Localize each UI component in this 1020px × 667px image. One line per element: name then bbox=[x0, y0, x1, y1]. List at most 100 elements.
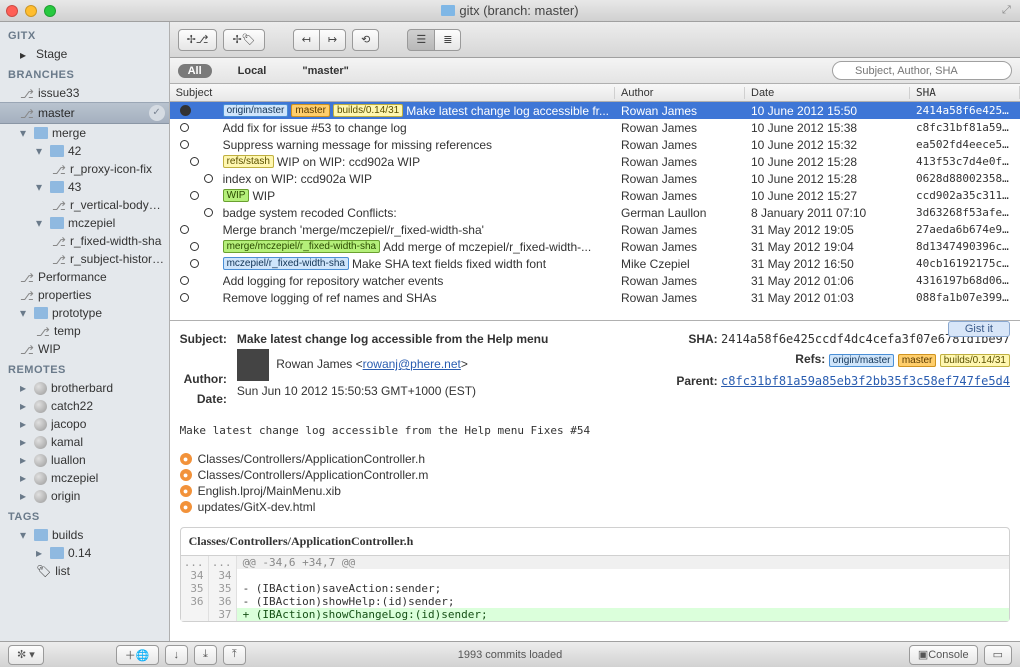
nav-left-button[interactable]: ↤ bbox=[293, 29, 320, 51]
sidebar-branch-item[interactable]: ⎇issue33 bbox=[0, 84, 169, 102]
sidebar-branch-item[interactable]: ⎇WIP bbox=[0, 340, 169, 358]
sidebar-remote-item[interactable]: ▸luallon bbox=[0, 451, 169, 469]
ref-tag[interactable]: builds/0.14/31 bbox=[940, 354, 1010, 367]
commit-row[interactable]: Remove logging of ref names and SHAsRowa… bbox=[170, 289, 1020, 306]
commit-row[interactable]: merge/mczepiel/r_fixed-width-shaAdd merg… bbox=[170, 238, 1020, 255]
sidebar-branch-item[interactable]: ⎇properties bbox=[0, 286, 169, 304]
disclosure-right-icon[interactable]: ▸ bbox=[20, 489, 30, 503]
sidebar-branch-item[interactable]: ⎇master✓ bbox=[0, 102, 169, 124]
search-input[interactable] bbox=[832, 61, 1012, 80]
col-author[interactable]: Author bbox=[615, 87, 745, 99]
sidebar-branch-item[interactable]: ⎇r_proxy-icon-fix bbox=[0, 160, 169, 178]
filter-all[interactable]: All bbox=[178, 64, 212, 78]
nav-right-button[interactable]: ↦ bbox=[319, 29, 346, 51]
disclosure-right-icon[interactable]: ▸ bbox=[20, 471, 30, 485]
detail-author-email[interactable]: rowanj@phere.net bbox=[363, 357, 461, 371]
changed-file[interactable]: ●Classes/Controllers/ApplicationControll… bbox=[180, 451, 1010, 467]
push-button[interactable]: ⤒ bbox=[223, 645, 246, 665]
changed-file[interactable]: ●updates/GitX-dev.html bbox=[180, 499, 1010, 515]
col-sha[interactable]: SHA bbox=[910, 86, 1020, 99]
tree-view-button[interactable]: ≣ bbox=[434, 29, 461, 51]
commit-row[interactable]: Add fix for issue #53 to change logRowan… bbox=[170, 119, 1020, 136]
fullscreen-icon[interactable]: ⤢ bbox=[1002, 4, 1014, 16]
ref-tag[interactable]: merge/mczepiel/r_fixed-width-sha bbox=[223, 240, 381, 253]
sidebar-tag-item[interactable]: ▸0.14 bbox=[0, 544, 169, 562]
sidebar-branch-item[interactable]: ⎇r_fixed-width-sha bbox=[0, 232, 169, 250]
filter-local[interactable]: Local bbox=[228, 64, 277, 78]
changed-file[interactable]: ●English.lproj/MainMenu.xib bbox=[180, 483, 1010, 499]
sidebar-project-header: GITX bbox=[0, 24, 169, 45]
commit-row[interactable]: badge system recoded Conflicts:German La… bbox=[170, 204, 1020, 221]
disclosure-down-icon[interactable]: ▾ bbox=[20, 126, 30, 140]
sidebar-remote-item[interactable]: ▸jacopo bbox=[0, 415, 169, 433]
detail-parent[interactable]: c8fc31bf81a59a85eb3f2bb35f3c58ef747fe5d4 bbox=[721, 374, 1010, 388]
pull-button[interactable]: ⤓ bbox=[194, 645, 217, 665]
sidebar-remote-item[interactable]: ▸origin bbox=[0, 487, 169, 505]
ref-tag[interactable]: origin/master bbox=[223, 104, 289, 117]
ref-tag[interactable]: master bbox=[291, 104, 330, 117]
commit-row[interactable]: refs/stashWIP on WIP: ccd902a WIPRowan J… bbox=[170, 153, 1020, 170]
commit-row[interactable]: Add logging for repository watcher event… bbox=[170, 272, 1020, 289]
disclosure-down-icon[interactable]: ▾ bbox=[20, 306, 30, 320]
sidebar-branch-item[interactable]: ▾merge bbox=[0, 124, 169, 142]
add-branch-button[interactable]: ✢⎇ bbox=[178, 29, 218, 51]
col-subject[interactable]: Subject bbox=[170, 87, 615, 99]
disclosure-right-icon[interactable]: ▸ bbox=[20, 453, 30, 467]
branch-icon: ⎇ bbox=[20, 107, 34, 119]
sidebar-branch-item[interactable]: ⎇temp bbox=[0, 322, 169, 340]
commits-list[interactable]: origin/mastermasterbuilds/0.14/31Make la… bbox=[170, 102, 1020, 320]
sidebar-tag-item[interactable]: ▾builds bbox=[0, 526, 169, 544]
ref-tag[interactable]: refs/stash bbox=[223, 155, 274, 168]
sidebar-remote-item[interactable]: ▸mczepiel bbox=[0, 469, 169, 487]
sidebar-stage[interactable]: ▸ Stage bbox=[0, 45, 169, 63]
add-remote-button[interactable]: ＋🌐 bbox=[116, 645, 159, 665]
layout-button[interactable]: ▭ bbox=[984, 645, 1012, 665]
fetch-button[interactable]: ↓ bbox=[165, 645, 189, 665]
add-tag-button[interactable]: ✢🏷 bbox=[223, 29, 264, 51]
refresh-button[interactable]: ⟲ bbox=[352, 29, 379, 51]
sidebar-branch-item[interactable]: ▾mczepiel bbox=[0, 214, 169, 232]
disclosure-right-icon[interactable]: ▸ bbox=[20, 417, 30, 431]
commit-row[interactable]: index on WIP: ccd902a WIPRowan James10 J… bbox=[170, 170, 1020, 187]
gear-menu-button[interactable]: ✼ ▾ bbox=[8, 645, 44, 665]
commit-row[interactable]: mczepiel/r_fixed-width-shaMake SHA text … bbox=[170, 255, 1020, 272]
gist-button[interactable]: Gist it bbox=[948, 321, 1010, 337]
sidebar-branch-item[interactable]: ▾42 bbox=[0, 142, 169, 160]
sidebar-branch-item[interactable]: ⎇r_vertical-body-line bbox=[0, 196, 169, 214]
disclosure-down-icon[interactable]: ▾ bbox=[36, 144, 46, 158]
commit-graph bbox=[176, 157, 220, 166]
console-button[interactable]: ▣ Console bbox=[909, 645, 978, 665]
diff-line: 3434 bbox=[181, 569, 1009, 582]
disclosure-down-icon[interactable]: ▾ bbox=[36, 216, 46, 230]
disclosure-right-icon[interactable]: ▸ bbox=[20, 399, 30, 413]
branch-icon: ⎇ bbox=[52, 253, 66, 265]
filter-master[interactable]: "master" bbox=[292, 64, 359, 78]
disclosure-right-icon[interactable]: ▸ bbox=[20, 435, 30, 449]
changed-file[interactable]: ●Classes/Controllers/ApplicationControll… bbox=[180, 467, 1010, 483]
commit-date: 10 June 2012 15:50 bbox=[745, 104, 910, 118]
ref-tag[interactable]: WIP bbox=[223, 189, 250, 202]
disclosure-right-icon[interactable]: ▸ bbox=[36, 546, 46, 560]
sidebar-branch-item[interactable]: ▾43 bbox=[0, 178, 169, 196]
window-title: gitx (branch: master) bbox=[0, 3, 1020, 18]
ref-tag[interactable]: mczepiel/r_fixed-width-sha bbox=[223, 257, 349, 270]
sidebar-remote-item[interactable]: ▸brotherbard bbox=[0, 379, 169, 397]
col-date[interactable]: Date bbox=[745, 87, 910, 99]
commit-row[interactable]: origin/mastermasterbuilds/0.14/31Make la… bbox=[170, 102, 1020, 119]
commit-row[interactable]: Merge branch 'merge/mczepiel/r_fixed-wid… bbox=[170, 221, 1020, 238]
commit-row[interactable]: Suppress warning message for missing ref… bbox=[170, 136, 1020, 153]
sidebar-branch-item[interactable]: ▾prototype bbox=[0, 304, 169, 322]
sidebar-remote-item[interactable]: ▸catch22 bbox=[0, 397, 169, 415]
ref-tag[interactable]: master bbox=[898, 354, 937, 367]
list-view-button[interactable]: ☰ bbox=[407, 29, 435, 51]
sidebar-branch-item[interactable]: ⎇Performance bbox=[0, 268, 169, 286]
ref-tag[interactable]: origin/master bbox=[829, 354, 895, 367]
ref-tag[interactable]: builds/0.14/31 bbox=[333, 104, 403, 117]
sidebar-tag-item[interactable]: 🏷list bbox=[0, 562, 169, 580]
disclosure-right-icon[interactable]: ▸ bbox=[20, 381, 30, 395]
sidebar-remote-item[interactable]: ▸kamal bbox=[0, 433, 169, 451]
sidebar-branch-item[interactable]: ⎇r_subject-history-... bbox=[0, 250, 169, 268]
disclosure-down-icon[interactable]: ▾ bbox=[20, 528, 30, 542]
disclosure-down-icon[interactable]: ▾ bbox=[36, 180, 46, 194]
commit-row[interactable]: WIPWIPRowan James10 June 2012 15:27ccd90… bbox=[170, 187, 1020, 204]
